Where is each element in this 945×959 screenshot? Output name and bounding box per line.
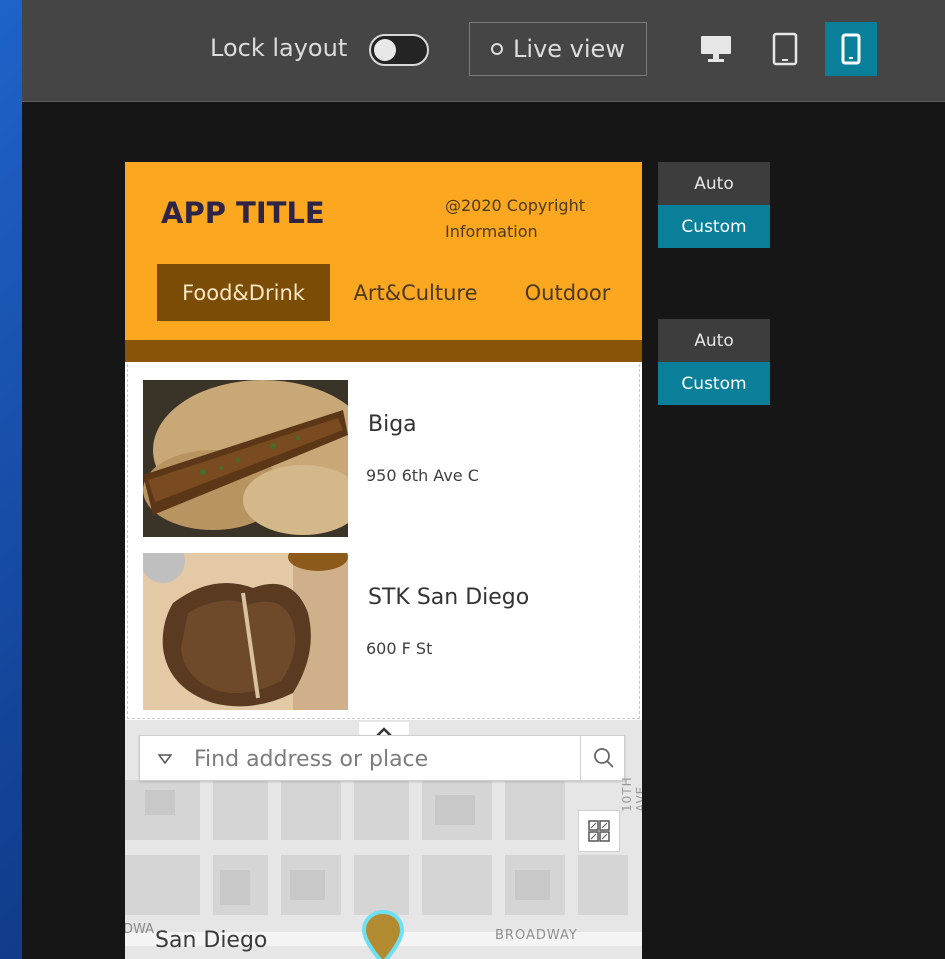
place-name: Biga [368, 412, 417, 437]
map-pin-icon[interactable] [359, 908, 407, 959]
builder-canvas: Lock layout Live view APP TITLE @2020 Co… [22, 0, 945, 959]
search-source-dropdown[interactable] [154, 748, 176, 770]
auto-size-button[interactable]: Auto [658, 319, 770, 362]
copyright-line: @2020 Copyright [445, 196, 585, 215]
live-view-button[interactable]: Live view [469, 22, 647, 76]
app-header: APP TITLE @2020 Copyright Information Fo… [125, 162, 642, 340]
street-label: BROADWAY [495, 928, 578, 943]
lock-layout-label: Lock layout [210, 34, 348, 62]
live-view-label: Live view [513, 35, 625, 63]
app-preview: APP TITLE @2020 Copyright Information Fo… [125, 162, 642, 959]
header-divider [125, 340, 642, 362]
builder-toolbar: Lock layout Live view [22, 0, 945, 102]
custom-size-button[interactable]: Custom [658, 362, 770, 405]
street-label: 10TH AVE [620, 776, 642, 812]
size-picker: Auto Custom [658, 319, 770, 405]
list-item[interactable]: STK San Diego 600 F St [143, 553, 633, 710]
search-icon [593, 748, 614, 768]
search-input[interactable] [194, 744, 574, 774]
custom-size-button[interactable]: Custom [658, 205, 770, 248]
tablet-view-button[interactable] [759, 22, 811, 76]
basemap-gallery-button[interactable] [578, 810, 620, 852]
tab-outdoor[interactable]: Outdoor [515, 264, 620, 321]
radio-circle-icon [491, 43, 504, 55]
tablet-icon [772, 32, 798, 66]
size-picker: Auto Custom [658, 162, 770, 248]
desktop-view-button[interactable] [690, 22, 742, 76]
mobile-icon [841, 33, 861, 65]
place-name: STK San Diego [368, 585, 530, 610]
tab-food-drink[interactable]: Food&Drink [157, 264, 330, 321]
toggle-knob [374, 39, 396, 61]
tab-art-culture[interactable]: Art&Culture [348, 264, 483, 321]
desktop-icon [701, 36, 731, 62]
biga-photo [143, 380, 348, 537]
place-address: 950 6th Ave C [366, 466, 479, 485]
list-item[interactable]: Biga 950 6th Ave C [143, 380, 633, 537]
auto-size-button[interactable]: Auto [658, 162, 770, 205]
street-label: DWA [125, 922, 155, 937]
map-view[interactable]: 10TH AVE DWA San Diego BROADWAY [125, 720, 642, 959]
caret-down-icon [158, 754, 172, 764]
copyright-line: Information [445, 222, 538, 241]
place-address: 600 F St [366, 639, 433, 658]
lock-layout-toggle[interactable] [369, 34, 429, 66]
map-search [139, 735, 625, 781]
search-button[interactable] [580, 736, 626, 780]
basemap-grid-icon [588, 820, 610, 842]
place-list: Biga 950 6th Ave C STK San Diego 600 F S… [127, 364, 640, 719]
app-title: APP TITLE [161, 196, 325, 230]
stk-photo [143, 553, 348, 710]
city-label: San Diego [155, 928, 268, 953]
mobile-view-button[interactable] [825, 22, 877, 76]
copyright-text: @2020 Copyright Information [445, 193, 615, 245]
